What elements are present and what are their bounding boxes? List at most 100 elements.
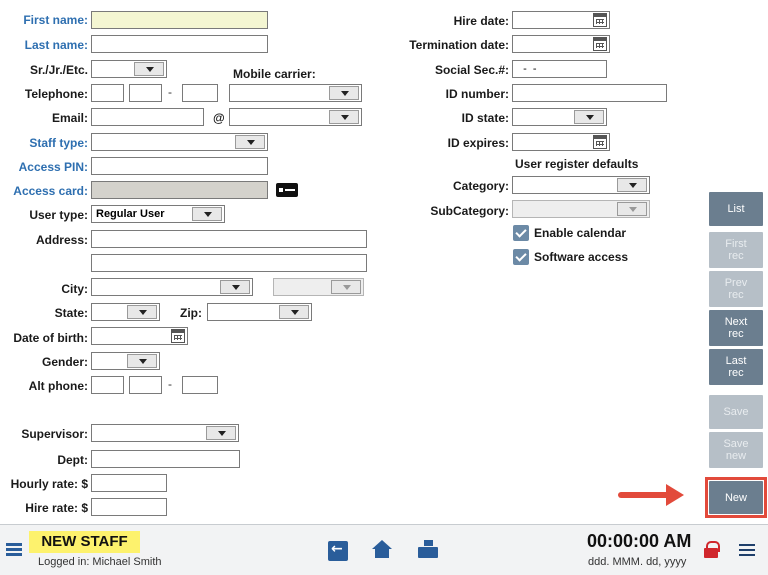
enable-calendar-checkbox[interactable]	[513, 225, 529, 241]
clock: 00:00:00 AM	[587, 531, 692, 551]
lock-icon[interactable]	[704, 541, 720, 558]
subcategory-label: SubCategory:	[430, 204, 509, 218]
gender-label: Gender:	[41, 355, 88, 369]
menu-icon[interactable]	[739, 544, 755, 556]
suffix-label: Sr./Jr./Etc.	[29, 63, 88, 77]
alt-phone-prefix-input[interactable]	[129, 376, 162, 394]
zip-select[interactable]	[207, 303, 312, 321]
software-access-checkbox[interactable]	[513, 249, 529, 265]
id-state-label: ID state:	[461, 111, 509, 125]
prev-rec-line1: Prev	[724, 277, 748, 289]
subcategory-select	[512, 200, 650, 218]
date-of-birth-input[interactable]	[91, 327, 188, 345]
first-name-label: First name:	[23, 13, 88, 27]
save-new-line2: new	[725, 450, 747, 462]
user-type-value: Regular User	[96, 208, 165, 220]
cash-register-icon[interactable]	[418, 539, 438, 559]
id-number-input[interactable]	[512, 84, 667, 102]
staff-type-select[interactable]	[91, 133, 268, 151]
termination-date-input[interactable]	[512, 35, 610, 53]
mobile-carrier-select[interactable]	[229, 84, 362, 102]
calendar-icon[interactable]	[593, 13, 607, 27]
id-state-select[interactable]	[512, 108, 607, 126]
home-icon[interactable]	[372, 540, 392, 560]
date-of-birth-label: Date of birth:	[13, 331, 88, 345]
chevron-down-icon	[574, 110, 604, 124]
id-expires-label: ID expires:	[447, 136, 509, 150]
software-access-label: Software access	[534, 250, 629, 264]
gender-select[interactable]	[91, 352, 160, 370]
calendar-icon[interactable]	[593, 135, 607, 149]
save-new-line1: Save	[723, 438, 749, 450]
telephone-prefix-input[interactable]	[129, 84, 162, 102]
dept-label: Dept:	[57, 453, 88, 467]
last-rec-button[interactable]: Last rec	[709, 349, 763, 385]
save-new-button: Save new	[709, 432, 763, 468]
first-rec-button: First rec	[709, 232, 763, 268]
user-type-select[interactable]: Regular User	[91, 205, 225, 223]
hire-rate-input[interactable]	[91, 498, 167, 516]
telephone-line-input[interactable]	[182, 84, 218, 102]
back-arrow-icon[interactable]	[328, 541, 348, 561]
alt-phone-area-input[interactable]	[91, 376, 124, 394]
zip-label: Zip:	[180, 306, 202, 320]
last-name-input[interactable]	[91, 35, 268, 53]
calendar-icon[interactable]	[593, 37, 607, 51]
first-rec-line1: First	[725, 238, 747, 250]
suffix-select[interactable]	[91, 60, 167, 78]
hourly-rate-label: Hourly rate: $	[10, 477, 88, 491]
alt-phone-line-input[interactable]	[182, 376, 218, 394]
hire-date-input[interactable]	[512, 11, 610, 29]
card-swipe-icon[interactable]	[276, 183, 298, 197]
alt-phone-label: Alt phone:	[28, 379, 88, 393]
category-select[interactable]	[512, 176, 650, 194]
register-defaults-title: User register defaults	[515, 157, 639, 171]
chevron-down-icon	[331, 280, 361, 294]
prev-rec-button: Prev rec	[709, 271, 763, 307]
hire-date-label: Hire date:	[453, 14, 509, 28]
save-button: Save	[709, 395, 763, 429]
telephone-label: Telephone:	[24, 87, 88, 101]
access-pin-input[interactable]	[91, 157, 268, 175]
next-rec-line1: Next	[724, 316, 748, 328]
chevron-down-icon	[617, 202, 647, 216]
address-line1-input[interactable]	[91, 230, 367, 248]
email-user-input[interactable]	[91, 108, 204, 126]
logged-in-text: Logged in: Michael Smith	[38, 556, 162, 568]
new-button-highlight	[705, 477, 767, 518]
supervisor-select[interactable]	[91, 424, 239, 442]
chevron-down-icon	[235, 135, 265, 149]
next-rec-button[interactable]: Next rec	[709, 310, 763, 346]
date-format: ddd. MMM. dd, yyyy	[588, 556, 687, 568]
category-label: Category:	[452, 179, 509, 193]
email-at-sign: @	[213, 111, 225, 125]
email-domain-select[interactable]	[229, 108, 362, 126]
last-rec-line2: rec	[728, 367, 744, 379]
hourly-rate-input[interactable]	[91, 474, 167, 492]
next-rec-line2: rec	[728, 328, 744, 340]
access-card-label: Access card:	[13, 184, 88, 198]
access-pin-label: Access PIN:	[18, 160, 88, 174]
city-select[interactable]	[91, 278, 253, 296]
first-name-input[interactable]	[91, 11, 268, 29]
id-number-label: ID number:	[445, 87, 509, 101]
dept-input[interactable]	[91, 450, 240, 468]
telephone-area-input[interactable]	[91, 84, 124, 102]
email-label: Email:	[51, 111, 88, 125]
state-label: State:	[54, 306, 88, 320]
calendar-icon[interactable]	[171, 329, 185, 343]
state-select[interactable]	[91, 303, 160, 321]
access-card-input	[91, 181, 268, 199]
id-expires-input[interactable]	[512, 133, 610, 151]
collapse-menu-icon[interactable]	[6, 543, 22, 556]
list-button[interactable]: List	[709, 192, 763, 226]
chevron-down-icon	[127, 305, 157, 319]
staff-type-label: Staff type:	[29, 136, 88, 150]
address-label: Address:	[35, 233, 88, 247]
address-line2-input[interactable]	[91, 254, 367, 272]
chevron-down-icon	[279, 305, 309, 319]
chevron-down-icon	[329, 86, 359, 100]
hire-rate-label: Hire rate: $	[25, 501, 88, 515]
ssn-input[interactable]: - -	[512, 60, 607, 78]
city-secondary-select	[273, 278, 364, 296]
